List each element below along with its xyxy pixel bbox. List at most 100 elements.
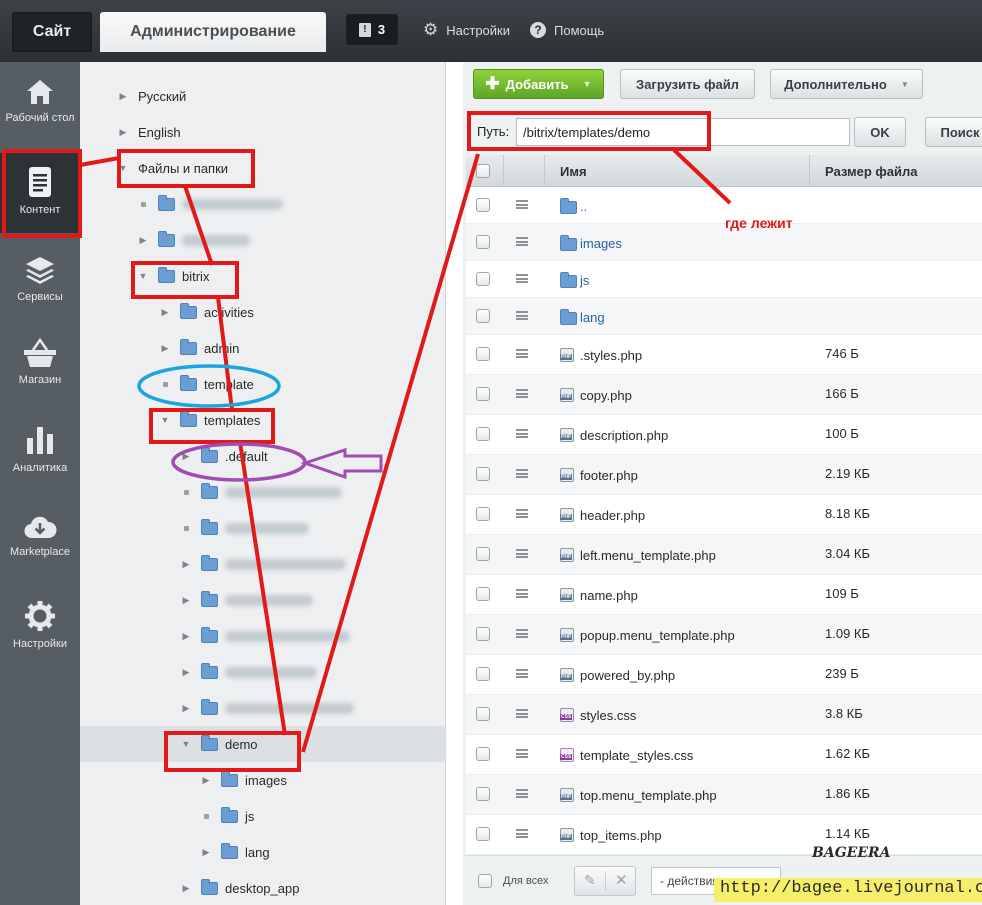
expand-arrow-icon[interactable]: ▶ (160, 343, 170, 354)
file-name[interactable]: .. (580, 199, 587, 214)
row-menu-icon[interactable] (516, 789, 528, 798)
nav-content[interactable]: Контент (0, 153, 80, 233)
tree-leaf-icon[interactable] (181, 526, 191, 531)
expand-arrow-icon[interactable]: ▶ (181, 631, 191, 642)
add-button[interactable]: ✚ Добавить ▼ (473, 69, 604, 99)
expand-arrow-icon[interactable]: ▶ (181, 667, 191, 678)
collapse-arrow-icon[interactable]: ▼ (138, 271, 148, 281)
tree-item[interactable]: ▶ (80, 690, 446, 726)
tree-item[interactable]: ▶ activities (80, 294, 446, 330)
file-row[interactable]: top_items.php 1.14 КБ (466, 815, 982, 855)
file-row[interactable]: name.php 109 Б (466, 575, 982, 615)
tree-item[interactable] (80, 186, 446, 222)
expand-arrow-icon[interactable]: ▶ (181, 703, 191, 714)
expand-arrow-icon[interactable]: ▶ (138, 235, 148, 246)
file-name[interactable]: footer.php (580, 468, 638, 483)
file-row[interactable]: copy.php 166 Б (466, 375, 982, 415)
expand-arrow-icon[interactable]: ▶ (160, 307, 170, 318)
file-name[interactable]: top.menu_template.php (580, 788, 717, 803)
row-menu-icon[interactable] (516, 311, 528, 320)
expand-arrow-icon[interactable]: ▶ (201, 775, 211, 786)
file-name[interactable]: images (580, 236, 622, 251)
file-row[interactable]: description.php 100 Б (466, 415, 982, 455)
row-checkbox[interactable] (476, 787, 490, 801)
collapse-arrow-icon[interactable]: ▼ (160, 415, 170, 425)
row-checkbox[interactable] (476, 347, 490, 361)
tree-item[interactable]: ▶ (80, 546, 446, 582)
search-button[interactable]: Поиск (925, 117, 982, 147)
tree-leaf-icon[interactable] (160, 382, 170, 387)
tree-item[interactable]: ▶ Русский (80, 78, 446, 114)
file-name[interactable]: template_styles.css (580, 748, 693, 763)
file-row[interactable]: popup.menu_template.php 1.09 КБ (466, 615, 982, 655)
row-checkbox[interactable] (476, 667, 490, 681)
more-button[interactable]: Дополнительно ▼ (770, 69, 923, 99)
file-name[interactable]: copy.php (580, 388, 632, 403)
row-checkbox[interactable] (476, 427, 490, 441)
file-row[interactable]: images (466, 224, 982, 261)
row-checkbox[interactable] (476, 467, 490, 481)
row-menu-icon[interactable] (516, 200, 528, 209)
expand-arrow-icon[interactable]: ▶ (118, 127, 128, 138)
expand-arrow-icon[interactable]: ▶ (181, 451, 191, 462)
expand-arrow-icon[interactable]: ▶ (181, 595, 191, 606)
nav-marketplace[interactable]: Marketplace (0, 514, 80, 574)
nav-services[interactable]: Сервисы (0, 255, 80, 315)
row-checkbox[interactable] (476, 587, 490, 601)
row-menu-icon[interactable] (516, 589, 528, 598)
tree-item[interactable]: ▶ (80, 582, 446, 618)
row-checkbox[interactable] (476, 272, 490, 286)
tree-leaf-icon[interactable] (201, 814, 211, 819)
row-menu-icon[interactable] (516, 469, 528, 478)
row-menu-icon[interactable] (516, 829, 528, 838)
apply-to-all-checkbox[interactable] (478, 874, 492, 888)
tree-item[interactable]: ▶ desktop_app (80, 870, 446, 905)
row-menu-icon[interactable] (516, 274, 528, 283)
tree-item[interactable]: template (80, 366, 446, 402)
close-icon[interactable]: ✕ (615, 871, 628, 889)
row-menu-icon[interactable] (516, 429, 528, 438)
file-row[interactable]: powered_by.php 239 Б (466, 655, 982, 695)
row-menu-icon[interactable] (516, 349, 528, 358)
file-row[interactable]: styles.css 3.8 КБ (466, 695, 982, 735)
row-menu-icon[interactable] (516, 549, 528, 558)
file-row[interactable]: footer.php 2.19 КБ (466, 455, 982, 495)
row-menu-icon[interactable] (516, 237, 528, 246)
path-input[interactable] (516, 118, 850, 146)
file-row[interactable]: .. (466, 187, 982, 224)
row-menu-icon[interactable] (516, 749, 528, 758)
tree-item[interactable]: ▼ templates (80, 402, 446, 438)
tree-item[interactable] (80, 510, 446, 546)
tree-item[interactable]: ▶ lang (80, 834, 446, 870)
help-link[interactable]: ? Помощь (530, 18, 604, 42)
tree-item[interactable]: ▼ Файлы и папки (80, 150, 446, 186)
expand-arrow-icon[interactable]: ▶ (181, 559, 191, 570)
file-name[interactable]: lang (580, 310, 605, 325)
row-checkbox[interactable] (476, 747, 490, 761)
file-name[interactable]: description.php (580, 428, 668, 443)
nav-shop[interactable]: Магазин (0, 338, 80, 398)
settings-link[interactable]: ⚙ Настройки (423, 18, 510, 42)
file-row[interactable]: lang (466, 298, 982, 335)
file-row[interactable]: template_styles.css 1.62 КБ (466, 735, 982, 775)
file-row[interactable]: top.menu_template.php 1.86 КБ (466, 775, 982, 815)
row-checkbox[interactable] (476, 198, 490, 212)
tree-item[interactable]: ▶ (80, 222, 446, 258)
pencil-icon[interactable]: ✎ (584, 872, 596, 889)
file-row[interactable]: left.menu_template.php 3.04 КБ (466, 535, 982, 575)
tree-item[interactable]: ▶ (80, 654, 446, 690)
upload-file-button[interactable]: Загрузить файл (620, 69, 755, 99)
file-name[interactable]: top_items.php (580, 828, 662, 843)
column-size-header[interactable]: Размер файла (825, 164, 918, 179)
row-checkbox[interactable] (476, 547, 490, 561)
tree-leaf-icon[interactable] (181, 490, 191, 495)
file-name[interactable]: styles.css (580, 708, 636, 723)
row-checkbox[interactable] (476, 627, 490, 641)
file-row[interactable]: header.php 8.18 КБ (466, 495, 982, 535)
tree-item[interactable]: ▶ images (80, 762, 446, 798)
row-menu-icon[interactable] (516, 629, 528, 638)
file-row[interactable]: .styles.php 746 Б (466, 335, 982, 375)
row-checkbox[interactable] (476, 507, 490, 521)
row-menu-icon[interactable] (516, 509, 528, 518)
expand-arrow-icon[interactable]: ▶ (201, 847, 211, 858)
